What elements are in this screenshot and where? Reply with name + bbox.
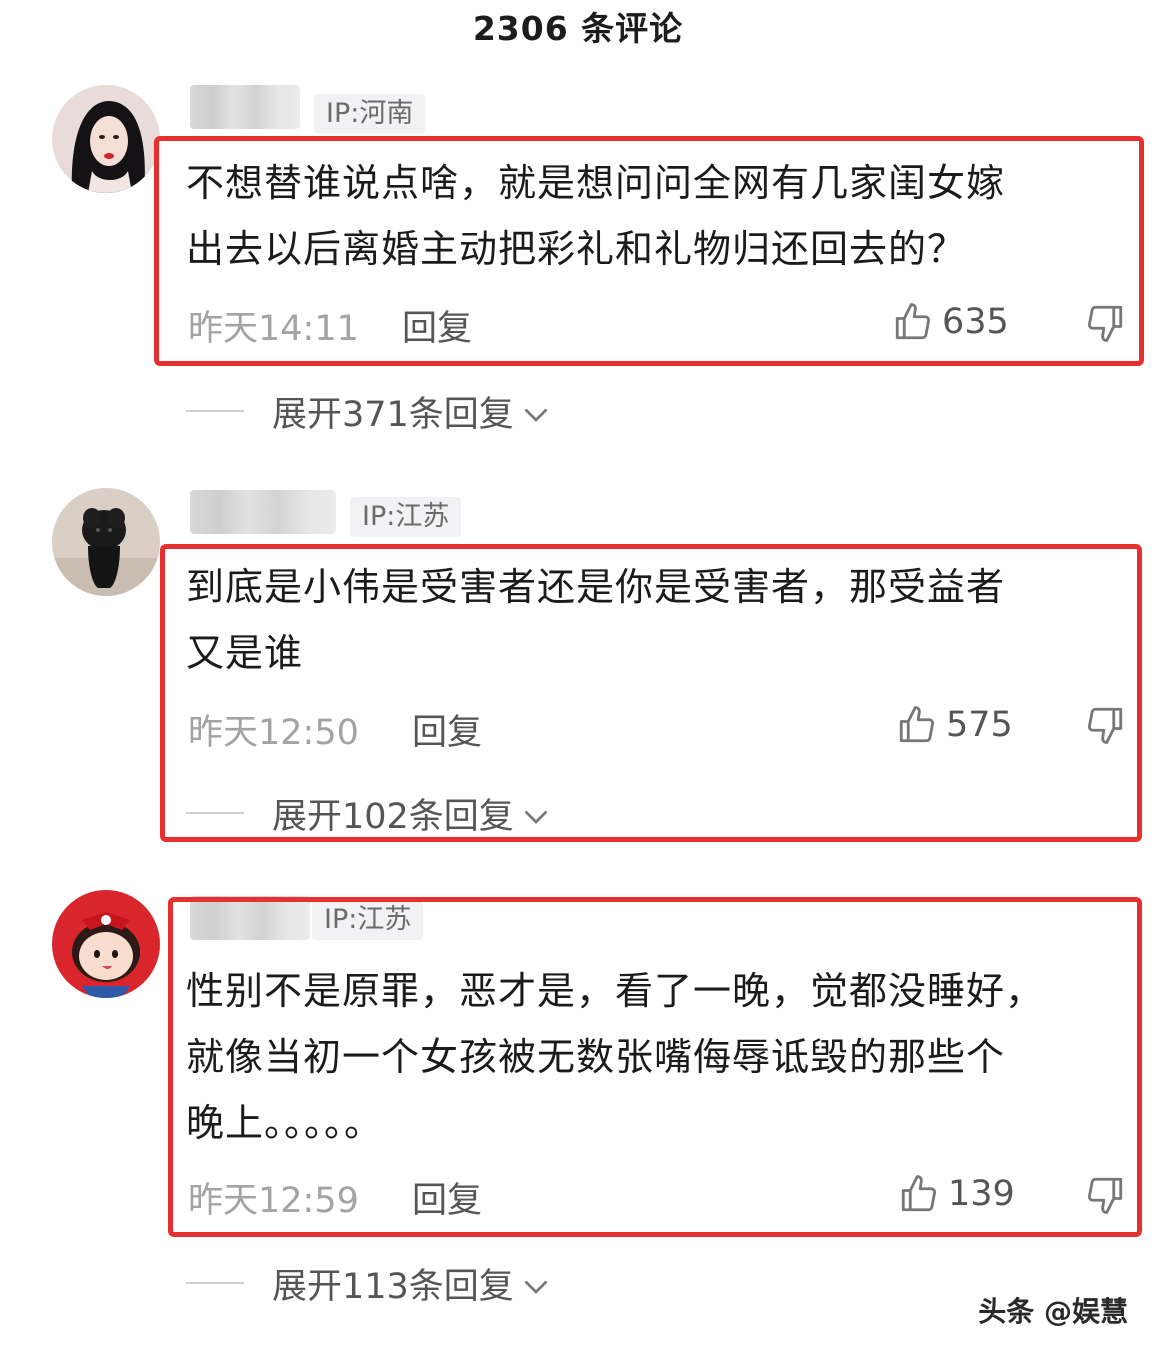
like-count: 139 — [948, 1174, 1015, 1214]
like-button[interactable]: 635 — [892, 300, 1009, 344]
like-button[interactable]: 139 — [898, 1172, 1015, 1216]
divider-line — [186, 1282, 244, 1284]
avatar[interactable] — [52, 890, 160, 998]
ip-location-badge: IP:江苏 — [350, 497, 462, 537]
expand-replies-button[interactable]: 展开113条回复 — [186, 1258, 554, 1308]
avatar[interactable] — [52, 85, 160, 193]
chevron-down-icon — [524, 1280, 548, 1294]
comment-time: 昨天14:11 — [188, 309, 359, 349]
expand-replies-label: 展开102条回复 — [272, 796, 514, 837]
thumb-up-icon — [899, 706, 935, 743]
comment-line: 就像当初一个女孩被无数张嘴侮辱诋毁的那些个 — [186, 1035, 1006, 1079]
expand-replies-label: 展开113条回复 — [272, 1266, 514, 1307]
chevron-down-icon — [524, 408, 548, 422]
divider-line — [186, 410, 244, 412]
thumb-down-icon[interactable] — [1084, 302, 1126, 344]
comment-count-title: 2306 条评论 — [472, 9, 684, 48]
avatar[interactable] — [52, 488, 160, 596]
expand-replies-button[interactable]: 展开102条回复 — [186, 788, 554, 838]
reply-button[interactable]: 回复 — [412, 1172, 482, 1223]
comment-time: 昨天12:50 — [188, 713, 359, 753]
comment-line: 性别不是原罪，恶才是，看了一晚，觉都没睡好， — [186, 969, 1045, 1013]
thumb-down-icon[interactable] — [1084, 704, 1126, 746]
comment-line: 不想替谁说点啥，就是想问问全网有几家闺女嫁 — [186, 161, 1006, 205]
comment-line: 出去以后离婚主动把彩礼和礼物归还回去的？ — [186, 227, 967, 271]
comment-line: 到底是小伟是受害者还是你是受害者，那受益者 — [186, 565, 1006, 609]
chevron-down-icon — [524, 810, 548, 824]
expand-replies-button[interactable]: 展开371条回复 — [186, 386, 554, 436]
username-blurred[interactable] — [190, 85, 300, 129]
expand-replies-label: 展开371条回复 — [272, 394, 514, 435]
comment-time: 昨天12:59 — [188, 1181, 359, 1221]
thumb-up-icon — [895, 303, 931, 340]
like-button[interactable]: 575 — [896, 703, 1013, 747]
like-count: 635 — [942, 302, 1009, 342]
comment-line: 又是谁 — [186, 631, 304, 675]
username-blurred[interactable] — [190, 490, 336, 534]
comment-line: 晚上。。。。。 — [186, 1101, 384, 1145]
thumb-up-icon — [901, 1175, 937, 1212]
comment-text: 不想替谁说点啥，就是想问问全网有几家闺女嫁 出去以后离婚主动把彩礼和礼物归还回去… — [186, 150, 1005, 282]
ip-location-badge: IP:河南 — [314, 94, 426, 134]
comment-text: 到底是小伟是受害者还是你是受害者，那受益者 又是谁 — [186, 554, 1005, 686]
like-count: 575 — [946, 705, 1013, 745]
thumb-down-icon[interactable] — [1084, 1174, 1126, 1216]
reply-button[interactable]: 回复 — [402, 300, 472, 351]
watermark: 头条 @娱慧 — [978, 1295, 1128, 1328]
comment-text: 性别不是原罪，恶才是，看了一晚，觉都没睡好， 就像当初一个女孩被无数张嘴侮辱诋毁… — [186, 958, 1044, 1156]
divider-line — [186, 812, 244, 814]
reply-button[interactable]: 回复 — [412, 704, 482, 755]
